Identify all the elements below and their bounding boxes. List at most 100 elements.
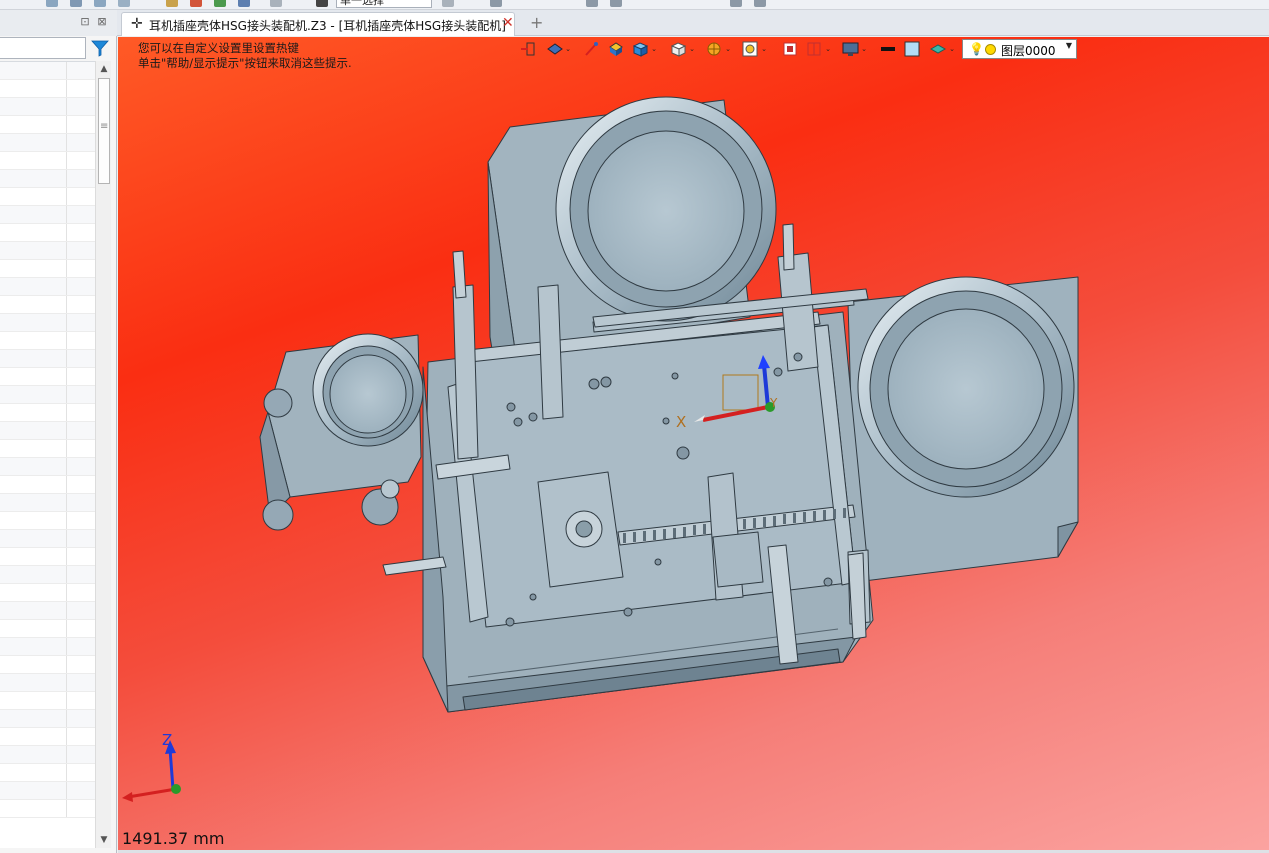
list-item[interactable] [0, 98, 95, 116]
list-item[interactable] [0, 782, 95, 800]
list-item[interactable] [0, 242, 95, 260]
list-item[interactable] [0, 404, 95, 422]
toolbar-icon[interactable] [316, 0, 328, 7]
toolbar-icon[interactable] [190, 0, 202, 7]
layer-color-icon [985, 44, 996, 55]
list-item[interactable] [0, 746, 95, 764]
list-item[interactable] [0, 152, 95, 170]
filter-input[interactable] [0, 37, 86, 59]
list-item[interactable] [0, 602, 95, 620]
toolbar-icon[interactable] [166, 0, 178, 7]
fill-color-icon[interactable] [904, 41, 920, 57]
list-item[interactable] [0, 530, 95, 548]
scale-readout: 1491.37 mm [122, 829, 225, 848]
local-axis-x-label: X [676, 413, 686, 431]
toolbar-icon[interactable] [730, 0, 742, 7]
list-item[interactable] [0, 800, 95, 818]
close-tab-icon[interactable]: ✕ [502, 15, 514, 31]
selection-filter-select[interactable]: 单一选择 [336, 0, 432, 8]
lightbulb-icon[interactable]: 💡 [969, 42, 984, 56]
list-item[interactable] [0, 296, 95, 314]
display-icon[interactable]: ⌄ [842, 41, 867, 57]
filter-icon[interactable] [90, 38, 110, 58]
list-item[interactable] [0, 512, 95, 530]
layer-name: 图层0000 [1001, 44, 1056, 58]
shaded-icon[interactable] [608, 41, 624, 57]
line-color-icon[interactable] [880, 41, 896, 57]
hint-line-2: 单击"帮助/显示提示"按钮来取消这些提示. [138, 56, 352, 70]
layer-icon[interactable]: ⌄ [929, 41, 955, 57]
list-item[interactable] [0, 62, 95, 80]
new-tab-button[interactable]: + [530, 13, 543, 32]
list-item[interactable] [0, 278, 95, 296]
toolbar-icon[interactable] [270, 0, 282, 7]
chevron-down-icon[interactable]: ▼ [1066, 41, 1072, 50]
list-item[interactable] [0, 224, 95, 242]
list-item[interactable] [0, 80, 95, 98]
toolbar-icon[interactable] [70, 0, 82, 7]
list-item[interactable] [0, 548, 95, 566]
toolbar-icon[interactable] [490, 0, 502, 7]
3d-viewport[interactable]: X Y Z 您可以在自定义设置里设置热键 单击"帮助/显示提示"按钮来取消这些提… [118, 37, 1269, 850]
list-item[interactable] [0, 638, 95, 656]
toolbar-icon[interactable] [214, 0, 226, 7]
toolbar-icon[interactable] [754, 0, 766, 7]
list-item[interactable] [0, 656, 95, 674]
toolbar-icon[interactable] [46, 0, 58, 7]
list-item[interactable] [0, 764, 95, 782]
cube-icon[interactable]: ⌄ [632, 41, 657, 57]
world-axis-z-label: Z [162, 731, 172, 749]
zoom-icon[interactable]: ⌄ [742, 41, 767, 57]
toolbar-icon[interactable] [118, 0, 130, 7]
list-item[interactable] [0, 440, 95, 458]
list-item[interactable] [0, 620, 95, 638]
scroll-down-icon[interactable]: ▼ [96, 832, 112, 848]
close-icon[interactable]: ⊠ [95, 15, 109, 29]
document-tab-label: 耳机插座壳体HSG接头装配机.Z3 - [耳机插座壳体HSG接头装配机] [149, 19, 506, 33]
toolbar-icon[interactable] [94, 0, 106, 7]
top-toolbar: 单一选择 [0, 0, 1269, 10]
list-item[interactable] [0, 710, 95, 728]
list-item[interactable] [0, 422, 95, 440]
list-item[interactable] [0, 458, 95, 476]
toolbar-icon[interactable] [586, 0, 598, 7]
feature-list[interactable] [0, 61, 95, 848]
list-item[interactable] [0, 332, 95, 350]
scrollbar-thumb[interactable] [98, 78, 110, 184]
view-origin-icon[interactable] [520, 41, 536, 57]
list-item[interactable] [0, 584, 95, 602]
list-item[interactable] [0, 188, 95, 206]
split-icon[interactable]: ⌄ [806, 41, 831, 57]
list-item[interactable] [0, 692, 95, 710]
section-icon[interactable]: ⌄ [706, 41, 731, 57]
list-item[interactable] [0, 368, 95, 386]
layer-select[interactable]: 💡 图层0000 ▼ [962, 39, 1077, 59]
list-item[interactable] [0, 260, 95, 278]
list-item[interactable] [0, 674, 95, 692]
line-icon[interactable] [584, 41, 598, 57]
document-tab[interactable]: ✛ 耳机插座壳体HSG接头装配机.Z3 - [耳机插座壳体HSG接头装配机] ✕ [121, 12, 515, 36]
render-mode-icon[interactable]: ⌄ [546, 41, 571, 57]
list-item[interactable] [0, 386, 95, 404]
pin-icon[interactable]: ⊡ [78, 15, 92, 29]
toolbar-icon[interactable] [442, 0, 454, 7]
toolbar-icon[interactable] [238, 0, 250, 7]
list-item[interactable] [0, 566, 95, 584]
list-item[interactable] [0, 476, 95, 494]
wire-cube-icon[interactable]: ⌄ [670, 41, 695, 57]
assembly-model[interactable]: X Y Z [118, 37, 1269, 850]
list-item[interactable] [0, 350, 95, 368]
local-axis-y-label: Y [769, 396, 778, 410]
list-item[interactable] [0, 206, 95, 224]
scroll-up-icon[interactable]: ▲ [96, 61, 112, 77]
scrollbar[interactable]: ▲ ▼ [95, 61, 111, 848]
list-item[interactable] [0, 314, 95, 332]
list-item[interactable] [0, 494, 95, 512]
panel-header: ⊡ ⊠ [0, 10, 117, 36]
list-item[interactable] [0, 134, 95, 152]
list-item[interactable] [0, 728, 95, 746]
list-item[interactable] [0, 170, 95, 188]
fit-icon[interactable] [782, 41, 798, 57]
toolbar-icon[interactable] [610, 0, 622, 7]
list-item[interactable] [0, 116, 95, 134]
